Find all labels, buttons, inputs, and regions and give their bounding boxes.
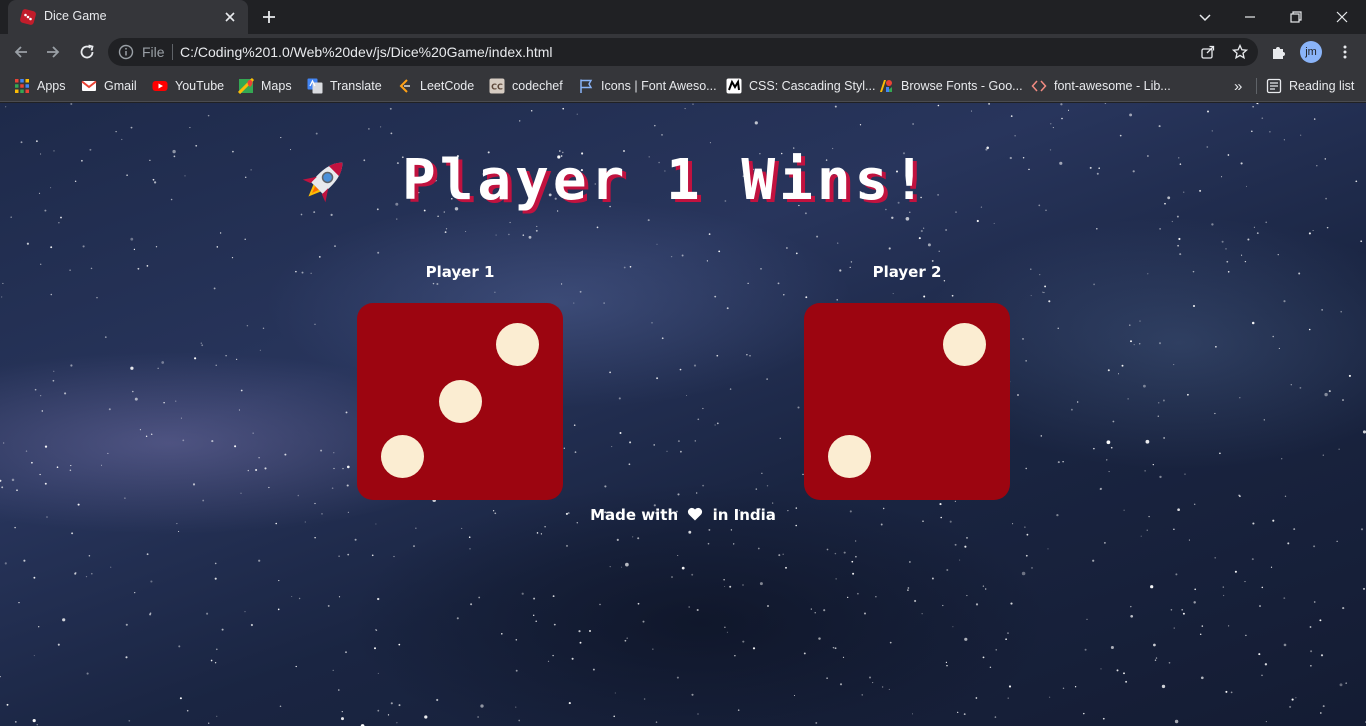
footer-text-before: Made with [590, 506, 679, 524]
info-icon[interactable] [118, 44, 134, 60]
winner-title: Player 1 Wins! [402, 148, 931, 213]
bookmark-codechef[interactable]: CC codechef [489, 76, 563, 96]
bookmark-gmail[interactable]: Gmail [81, 76, 137, 96]
bookmark-google-fonts[interactable]: Browse Fonts - Goo... [878, 76, 1023, 96]
bookmark-label: LeetCode [420, 79, 475, 93]
player-1-panel: Player 1 [357, 263, 563, 500]
gmail-icon [81, 80, 97, 91]
chevron-double-right-icon: » [1234, 77, 1243, 95]
mdn-icon [726, 78, 742, 94]
close-tab-icon[interactable] [222, 9, 238, 25]
share-icon[interactable] [1200, 44, 1216, 60]
more-bookmarks-button[interactable]: » [1234, 76, 1242, 96]
browser-toolbar: File C:/Coding%201.0/Web%20dev/js/Dice%2… [0, 34, 1366, 70]
youtube-icon [152, 81, 168, 91]
die-pip [438, 380, 482, 423]
arrow-left-icon [14, 46, 27, 58]
bookmark-label: codechef [512, 79, 563, 93]
bookmark-label: Apps [37, 79, 66, 93]
apps-grid-icon [15, 79, 29, 93]
minimize-icon [1245, 16, 1255, 18]
reload-icon [80, 44, 94, 59]
minimize-button[interactable] [1239, 6, 1261, 28]
footer-text-after: in India [712, 506, 776, 524]
reading-list-label: Reading list [1289, 79, 1355, 93]
footer-credit: Made with in India [0, 506, 1366, 524]
result-heading: Player 1 Wins! [294, 149, 930, 213]
forward-button[interactable] [42, 41, 64, 63]
tab-strip: Dice Game [0, 0, 1366, 34]
player-2-panel: Player 2 [804, 263, 1010, 500]
leetcode-icon [399, 79, 410, 93]
restore-icon [1290, 11, 1302, 23]
dice-favicon-icon [20, 9, 36, 25]
new-tab-icon[interactable] [260, 8, 278, 26]
bookmark-label: CSS: Cascading Styl... [749, 79, 876, 93]
heart-icon [688, 507, 703, 521]
translate-icon [307, 78, 323, 94]
bookmark-youtube[interactable]: YouTube [152, 76, 224, 96]
bookmark-label: YouTube [175, 79, 225, 93]
bookmarks-separator [1256, 78, 1257, 94]
bookmark-label: Gmail [104, 79, 137, 93]
restore-button[interactable] [1285, 6, 1307, 28]
bookmark-font-awesome-icons[interactable]: Icons | Font Aweso... [578, 76, 717, 96]
bookmark-label: Maps [261, 79, 292, 93]
bookmark-label: Icons | Font Aweso... [601, 79, 717, 93]
bookmark-maps[interactable]: Maps [238, 76, 292, 96]
tab-dice-game[interactable]: Dice Game [8, 0, 248, 34]
back-button[interactable] [10, 41, 32, 63]
extensions-button[interactable] [1268, 41, 1290, 63]
player-2-label: Player 2 [872, 263, 942, 281]
svg-text:CC: CC [491, 83, 503, 92]
die-pip [827, 435, 871, 479]
address-bar[interactable]: File C:/Coding%201.0/Web%20dev/js/Dice%2… [108, 38, 1258, 66]
address-separator [172, 44, 173, 60]
menu-button[interactable] [1334, 41, 1356, 63]
player-2-die [804, 303, 1010, 500]
file-scheme-label: File [142, 44, 165, 60]
profile-avatar[interactable]: jm [1300, 41, 1322, 63]
bookmark-label: Browse Fonts - Goo... [901, 79, 1023, 93]
bookmarks-bar: Apps Gmail YouTube Maps Translate LeetCo… [0, 70, 1366, 102]
flag-icon [580, 79, 593, 93]
tab-search-button[interactable] [1194, 6, 1216, 28]
tab-title: Dice Game [44, 9, 107, 23]
die-pip [380, 435, 424, 479]
url-text[interactable]: C:/Coding%201.0/Web%20dev/js/Dice%20Game… [180, 44, 553, 60]
puzzle-icon [1273, 47, 1285, 59]
codechef-icon: CC [489, 78, 505, 94]
reload-button[interactable] [76, 41, 98, 63]
close-icon [1336, 11, 1348, 23]
player-1-die [357, 303, 563, 500]
die-pip [943, 322, 987, 366]
rocket-icon [302, 162, 343, 203]
bookmark-translate[interactable]: Translate [307, 76, 382, 96]
bookmark-leetcode[interactable]: LeetCode [397, 76, 474, 96]
bookmark-label: Translate [330, 79, 382, 93]
close-window-button[interactable] [1331, 6, 1353, 28]
reading-list-icon [1266, 78, 1282, 94]
maps-icon [238, 78, 254, 94]
bookmark-apps[interactable]: Apps [14, 76, 66, 96]
reading-list-button[interactable]: Reading list [1266, 76, 1354, 96]
bookmark-label: font-awesome - Lib... [1054, 79, 1171, 93]
player-1-label: Player 1 [425, 263, 495, 281]
dice-game-page: Player 1 Wins! Player 1 Player 2 Made wi… [0, 103, 1366, 726]
bookmark-mdn-css[interactable]: CSS: Cascading Styl... [726, 76, 875, 96]
star-icon[interactable] [1232, 44, 1248, 60]
bookmark-font-awesome-lib[interactable]: font-awesome - Lib... [1031, 76, 1171, 96]
google-fonts-icon [880, 80, 892, 92]
chevron-down-icon [1199, 14, 1211, 22]
kebab-menu-icon [1343, 45, 1347, 59]
die-pip [496, 322, 540, 366]
arrow-right-icon [47, 46, 60, 58]
code-icon [1031, 80, 1047, 92]
